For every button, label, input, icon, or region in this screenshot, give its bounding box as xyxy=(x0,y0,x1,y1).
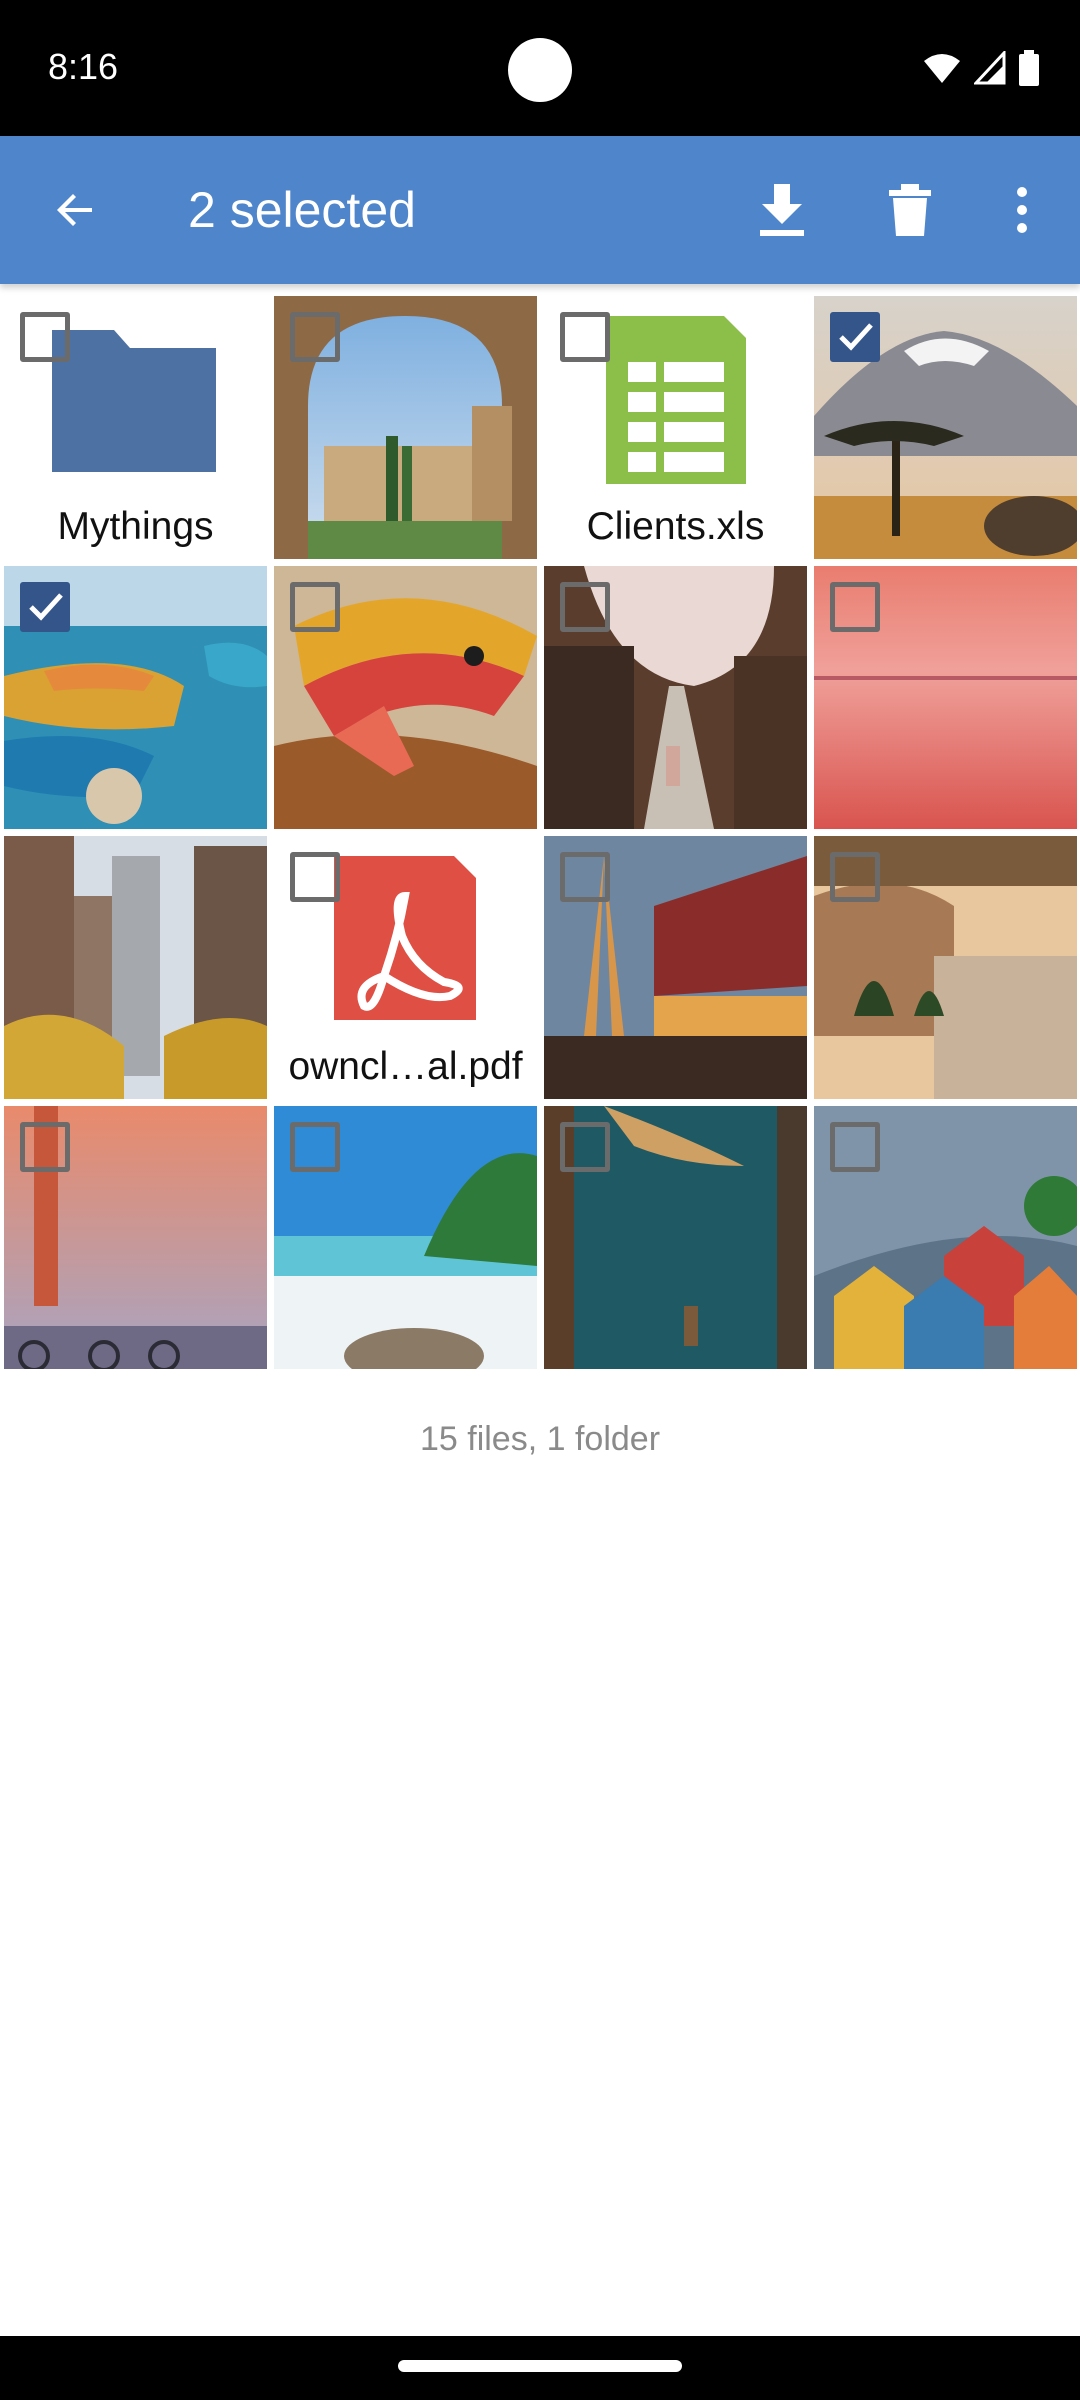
select-checkbox[interactable] xyxy=(830,1122,880,1172)
grid-item-image[interactable] xyxy=(274,296,537,559)
grid-item-image[interactable] xyxy=(814,1106,1077,1369)
select-checkbox[interactable] xyxy=(20,1122,70,1172)
checkmark-icon xyxy=(839,323,873,351)
grid-item-image[interactable] xyxy=(814,566,1077,829)
signal-icon xyxy=(974,51,1006,85)
select-checkbox[interactable] xyxy=(20,312,70,362)
select-checkbox[interactable] xyxy=(290,1122,340,1172)
grid-item-image[interactable] xyxy=(814,836,1077,1099)
grid-item-image[interactable] xyxy=(4,836,267,1099)
download-icon xyxy=(760,184,804,236)
grid-item-pdf[interactable]: owncl…al.pdf xyxy=(274,836,537,1099)
file-name: owncl…al.pdf xyxy=(288,1045,523,1088)
grid-item-spreadsheet[interactable]: Clients.xls xyxy=(544,296,807,559)
select-checkbox[interactable] xyxy=(560,582,610,632)
checkmark-icon xyxy=(29,593,63,621)
select-checkbox-checked[interactable] xyxy=(20,582,70,632)
skyscraper-street-photo xyxy=(4,836,267,1099)
arrow-back-icon xyxy=(57,194,92,226)
grid-item-image[interactable] xyxy=(544,1106,807,1369)
files-summary: 15 files, 1 folder xyxy=(419,1420,661,1458)
back-button[interactable] xyxy=(40,174,112,246)
more-vert-icon xyxy=(1017,187,1027,233)
folder-name: Mythings xyxy=(57,505,214,548)
grid-item-image[interactable] xyxy=(544,836,807,1099)
grid-item-image[interactable] xyxy=(274,566,537,829)
delete-icon xyxy=(889,184,931,236)
select-checkbox[interactable] xyxy=(560,312,610,362)
grid-item-image[interactable] xyxy=(814,296,1077,559)
home-handle[interactable] xyxy=(398,2360,682,2372)
select-checkbox-checked[interactable] xyxy=(830,312,880,362)
status-time: 8:16 xyxy=(48,46,119,87)
grid-item-folder[interactable]: Mythings xyxy=(4,296,267,559)
selection-title: 2 selected xyxy=(188,182,416,238)
select-checkbox[interactable] xyxy=(830,852,880,902)
select-checkbox[interactable] xyxy=(560,1122,610,1172)
wifi-icon xyxy=(924,54,960,83)
grid-item-image[interactable] xyxy=(4,566,267,829)
grid-item-image[interactable] xyxy=(544,566,807,829)
file-name: Clients.xls xyxy=(586,505,765,548)
navigation-bar xyxy=(0,2336,1080,2400)
battery-icon xyxy=(1019,50,1039,86)
select-checkbox[interactable] xyxy=(560,852,610,902)
delete-button[interactable] xyxy=(874,174,946,246)
grid-item-image[interactable] xyxy=(274,1106,537,1369)
download-button[interactable] xyxy=(746,174,818,246)
more-options-button[interactable] xyxy=(986,174,1058,246)
app-bar: 2 selected xyxy=(0,136,1080,284)
select-checkbox[interactable] xyxy=(830,582,880,632)
status-bar: 8:16 xyxy=(0,0,1080,136)
select-checkbox[interactable] xyxy=(290,582,340,632)
status-icons xyxy=(922,50,1040,86)
camera-cutout xyxy=(508,38,572,102)
select-checkbox[interactable] xyxy=(290,312,340,362)
select-checkbox[interactable] xyxy=(290,852,340,902)
grid-item-image[interactable] xyxy=(4,1106,267,1369)
